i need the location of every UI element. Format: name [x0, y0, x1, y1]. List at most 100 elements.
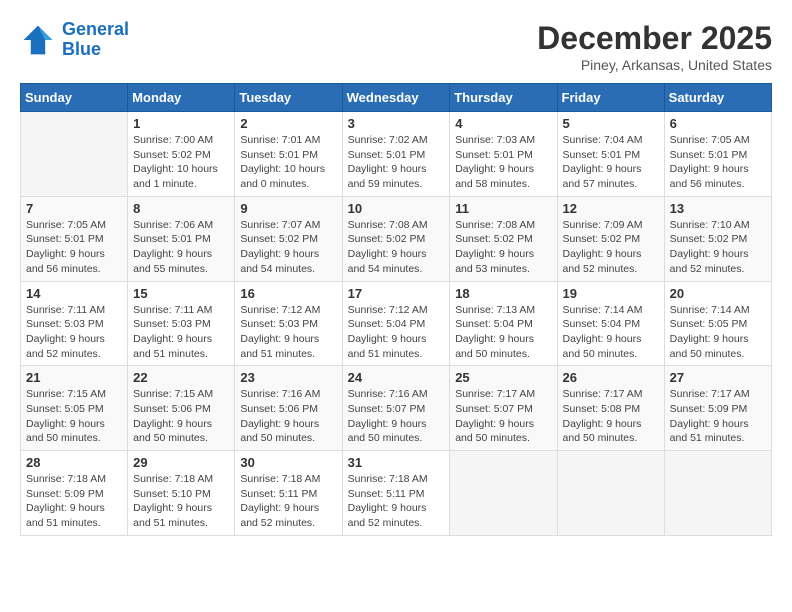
calendar-cell: 28Sunrise: 7:18 AM Sunset: 5:09 PM Dayli…: [21, 451, 128, 536]
day-info: Sunrise: 7:06 AM Sunset: 5:01 PM Dayligh…: [133, 218, 229, 277]
calendar-cell: 20 Sunrise: 7:14 AM Sunset: 5:05 PM Dayli…: [664, 281, 771, 366]
weekday-header: Tuesday: [235, 84, 342, 112]
calendar-cell: 6 Sunrise: 7:05 AM Sunset: 5:01 PM Daylig…: [664, 112, 771, 197]
day-number: 9: [240, 201, 336, 216]
day-number: 20: [670, 286, 766, 301]
day-info: Sunrise: 7:12 AM Sunset: 5:04 PM Dayligh…: [348, 303, 445, 362]
logo-blue: Blue: [62, 39, 101, 59]
day-info: Sunrise: 7:05 AM Sunset: 5:01 PM Dayligh…: [26, 218, 122, 277]
weekday-header: Saturday: [664, 84, 771, 112]
calendar-cell: 9Sunrise: 7:07 AM Sunset: 5:02 PM Daylig…: [235, 196, 342, 281]
calendar-cell: 2 Sunrise: 7:01 AM Sunset: 5:01 PM Daylig…: [235, 112, 342, 197]
day-number: 26: [563, 370, 659, 385]
day-info: Sunrise: 7:01 AM Sunset: 5:01 PM Dayligh…: [240, 133, 336, 192]
day-number: 4: [455, 116, 551, 131]
calendar-week-row: 7 Sunrise: 7:05 AM Sunset: 5:01 PM Daylig…: [21, 196, 772, 281]
day-number: 15: [133, 286, 229, 301]
day-info: Sunrise: 7:02 AM Sunset: 5:01 PM Dayligh…: [348, 133, 445, 192]
calendar-cell: 7 Sunrise: 7:05 AM Sunset: 5:01 PM Daylig…: [21, 196, 128, 281]
calendar-cell: [557, 451, 664, 536]
day-number: 29: [133, 455, 229, 470]
day-info: Sunrise: 7:08 AM Sunset: 5:02 PM Dayligh…: [455, 218, 551, 277]
month-title: December 2025: [537, 20, 772, 57]
day-info: Sunrise: 7:18 AM Sunset: 5:10 PM Dayligh…: [133, 472, 229, 531]
calendar-cell: [664, 451, 771, 536]
calendar-cell: 24 Sunrise: 7:16 AM Sunset: 5:07 PM Dayli…: [342, 366, 450, 451]
day-info: Sunrise: 7:17 AM Sunset: 5:08 PM Dayligh…: [563, 387, 659, 446]
calendar-cell: 15 Sunrise: 7:11 AM Sunset: 5:03 PM Dayli…: [128, 281, 235, 366]
calendar-cell: 13Sunrise: 7:10 AM Sunset: 5:02 PM Dayli…: [664, 196, 771, 281]
page-header: General Blue December 2025 Piney, Arkans…: [20, 20, 772, 73]
calendar-cell: 31 Sunrise: 7:18 AM Sunset: 5:11 PM Dayli…: [342, 451, 450, 536]
calendar-cell: 23 Sunrise: 7:16 AM Sunset: 5:06 PM Dayli…: [235, 366, 342, 451]
logo-general: General: [62, 19, 129, 39]
calendar-cell: 14 Sunrise: 7:11 AM Sunset: 5:03 PM Dayli…: [21, 281, 128, 366]
day-number: 31: [348, 455, 445, 470]
day-info: Sunrise: 7:03 AM Sunset: 5:01 PM Dayligh…: [455, 133, 551, 192]
calendar-cell: 11 Sunrise: 7:08 AM Sunset: 5:02 PM Dayli…: [450, 196, 557, 281]
logo: General Blue: [20, 20, 129, 60]
day-number: 6: [670, 116, 766, 131]
calendar-cell: 10Sunrise: 7:08 AM Sunset: 5:02 PM Dayli…: [342, 196, 450, 281]
day-info: Sunrise: 7:11 AM Sunset: 5:03 PM Dayligh…: [26, 303, 122, 362]
calendar-cell: 12 Sunrise: 7:09 AM Sunset: 5:02 PM Dayli…: [557, 196, 664, 281]
day-info: Sunrise: 7:14 AM Sunset: 5:04 PM Dayligh…: [563, 303, 659, 362]
day-number: 2: [240, 116, 336, 131]
calendar-cell: 18 Sunrise: 7:13 AM Sunset: 5:04 PM Dayli…: [450, 281, 557, 366]
day-info: Sunrise: 7:16 AM Sunset: 5:07 PM Dayligh…: [348, 387, 445, 446]
weekday-header: Monday: [128, 84, 235, 112]
calendar-cell: 16 Sunrise: 7:12 AM Sunset: 5:03 PM Dayli…: [235, 281, 342, 366]
day-info: Sunrise: 7:12 AM Sunset: 5:03 PM Dayligh…: [240, 303, 336, 362]
calendar-cell: 21 Sunrise: 7:15 AM Sunset: 5:05 PM Dayli…: [21, 366, 128, 451]
day-info: Sunrise: 7:13 AM Sunset: 5:04 PM Dayligh…: [455, 303, 551, 362]
day-info: Sunrise: 7:05 AM Sunset: 5:01 PM Dayligh…: [670, 133, 766, 192]
location: Piney, Arkansas, United States: [537, 57, 772, 73]
calendar-cell: 30 Sunrise: 7:18 AM Sunset: 5:11 PM Dayli…: [235, 451, 342, 536]
calendar-cell: 25Sunrise: 7:17 AM Sunset: 5:07 PM Dayli…: [450, 366, 557, 451]
calendar-cell: 8 Sunrise: 7:06 AM Sunset: 5:01 PM Daylig…: [128, 196, 235, 281]
day-number: 16: [240, 286, 336, 301]
day-info: Sunrise: 7:11 AM Sunset: 5:03 PM Dayligh…: [133, 303, 229, 362]
day-info: Sunrise: 7:14 AM Sunset: 5:05 PM Dayligh…: [670, 303, 766, 362]
day-number: 7: [26, 201, 122, 216]
day-info: Sunrise: 7:17 AM Sunset: 5:09 PM Dayligh…: [670, 387, 766, 446]
day-number: 21: [26, 370, 122, 385]
weekday-header: Friday: [557, 84, 664, 112]
logo-icon: [20, 22, 56, 58]
day-number: 11: [455, 201, 551, 216]
day-number: 30: [240, 455, 336, 470]
day-number: 22: [133, 370, 229, 385]
calendar-cell: 3 Sunrise: 7:02 AM Sunset: 5:01 PM Daylig…: [342, 112, 450, 197]
calendar-week-row: 1 Sunrise: 7:00 AM Sunset: 5:02 PM Daylig…: [21, 112, 772, 197]
calendar-cell: 4 Sunrise: 7:03 AM Sunset: 5:01 PM Daylig…: [450, 112, 557, 197]
day-number: 19: [563, 286, 659, 301]
day-number: 14: [26, 286, 122, 301]
day-number: 12: [563, 201, 659, 216]
day-number: 24: [348, 370, 445, 385]
calendar-cell: 27 Sunrise: 7:17 AM Sunset: 5:09 PM Dayli…: [664, 366, 771, 451]
calendar-cell: 5Sunrise: 7:04 AM Sunset: 5:01 PM Daylig…: [557, 112, 664, 197]
weekday-header: Wednesday: [342, 84, 450, 112]
day-info: Sunrise: 7:18 AM Sunset: 5:11 PM Dayligh…: [348, 472, 445, 531]
title-block: December 2025 Piney, Arkansas, United St…: [537, 20, 772, 73]
day-number: 3: [348, 116, 445, 131]
day-number: 27: [670, 370, 766, 385]
day-info: Sunrise: 7:18 AM Sunset: 5:11 PM Dayligh…: [240, 472, 336, 531]
calendar-cell: 29 Sunrise: 7:18 AM Sunset: 5:10 PM Dayli…: [128, 451, 235, 536]
day-info: Sunrise: 7:10 AM Sunset: 5:02 PM Dayligh…: [670, 218, 766, 277]
day-number: 23: [240, 370, 336, 385]
day-info: Sunrise: 7:04 AM Sunset: 5:01 PM Dayligh…: [563, 133, 659, 192]
calendar-cell: 22Sunrise: 7:15 AM Sunset: 5:06 PM Dayli…: [128, 366, 235, 451]
day-number: 1: [133, 116, 229, 131]
day-number: 8: [133, 201, 229, 216]
day-info: Sunrise: 7:00 AM Sunset: 5:02 PM Dayligh…: [133, 133, 229, 192]
day-info: Sunrise: 7:16 AM Sunset: 5:06 PM Dayligh…: [240, 387, 336, 446]
calendar-week-row: 28Sunrise: 7:18 AM Sunset: 5:09 PM Dayli…: [21, 451, 772, 536]
day-info: Sunrise: 7:09 AM Sunset: 5:02 PM Dayligh…: [563, 218, 659, 277]
day-number: 18: [455, 286, 551, 301]
calendar-cell: [450, 451, 557, 536]
day-info: Sunrise: 7:15 AM Sunset: 5:05 PM Dayligh…: [26, 387, 122, 446]
day-info: Sunrise: 7:17 AM Sunset: 5:07 PM Dayligh…: [455, 387, 551, 446]
calendar-header-row: SundayMondayTuesdayWednesdayThursdayFrid…: [21, 84, 772, 112]
calendar-week-row: 21 Sunrise: 7:15 AM Sunset: 5:05 PM Dayli…: [21, 366, 772, 451]
